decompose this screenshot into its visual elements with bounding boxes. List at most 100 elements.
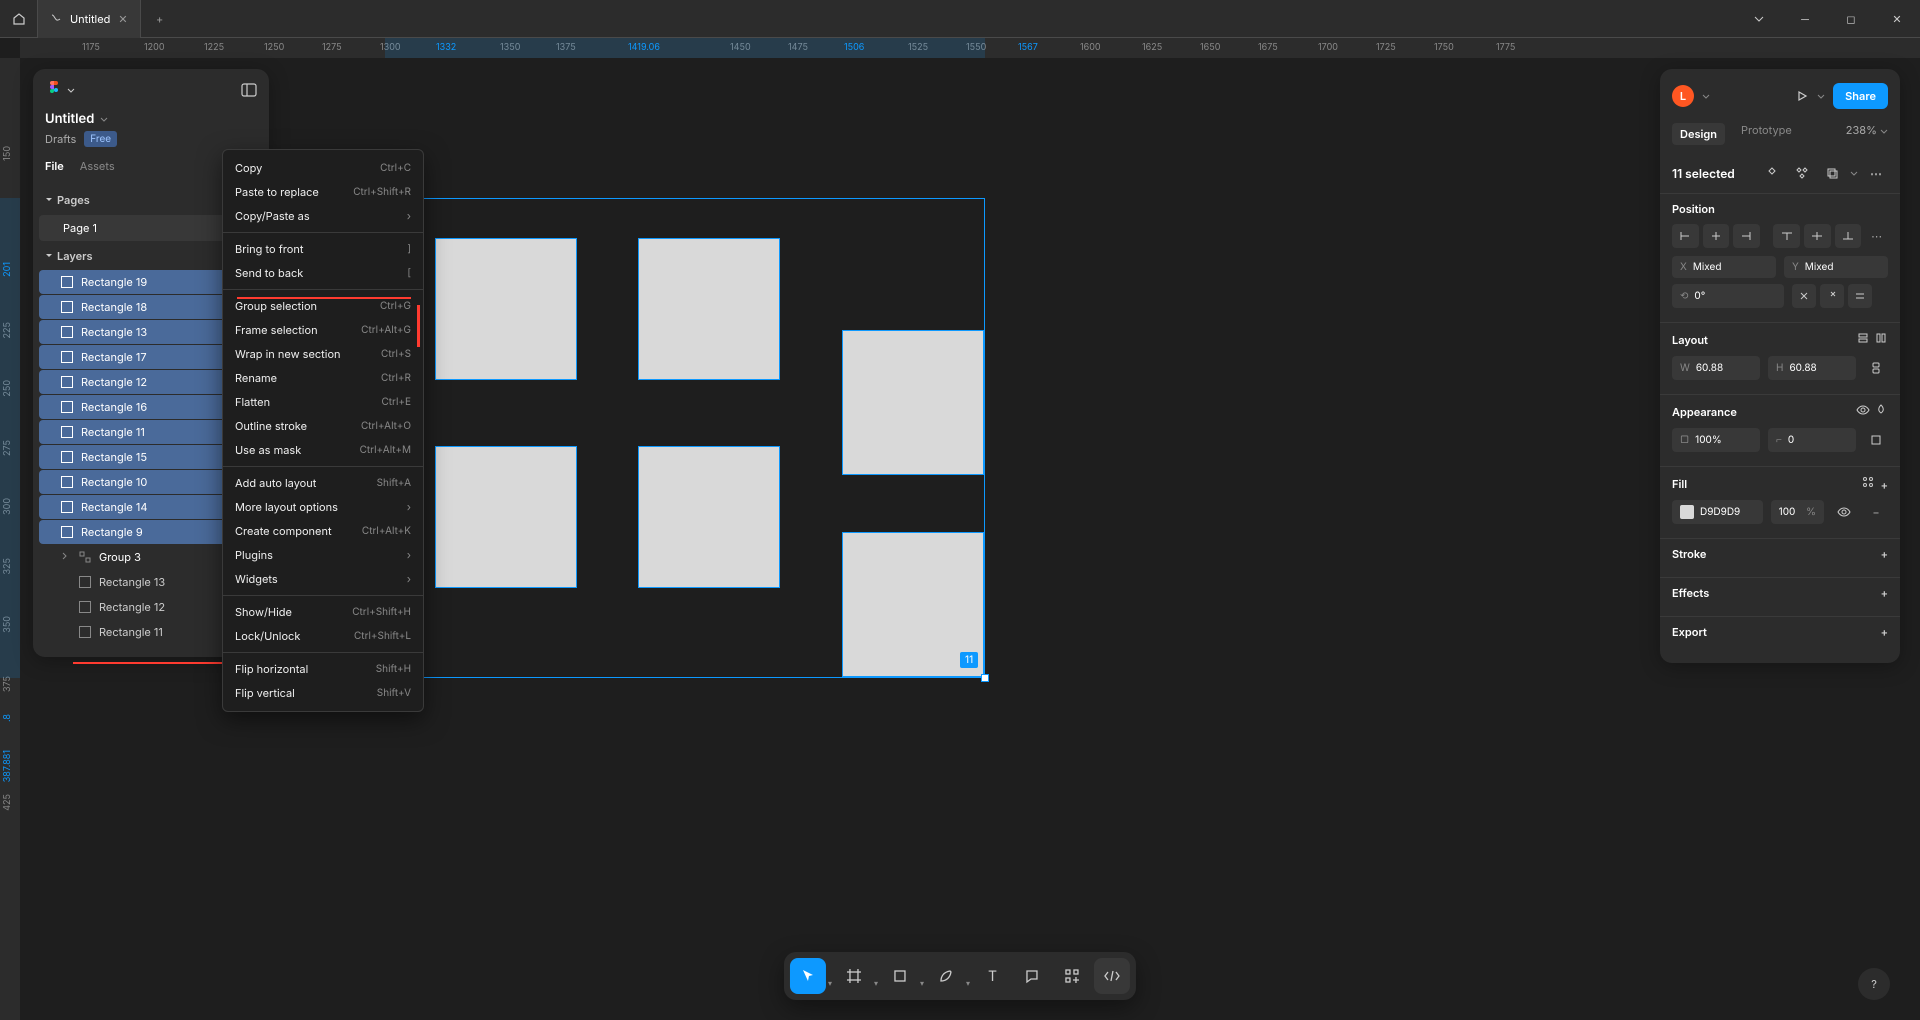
visibility-icon[interactable] (1856, 403, 1870, 417)
canvas-rectangle[interactable] (435, 446, 577, 588)
y-input[interactable]: YMixed (1784, 256, 1888, 278)
align-bottom-button[interactable] (1835, 224, 1862, 248)
fill-visibility-icon[interactable] (1832, 500, 1856, 524)
titlebar: Untitled ✕ + ─ ◻ ✕ (0, 0, 1920, 38)
fill-color-input[interactable]: D9D9D9 (1672, 500, 1763, 524)
share-button[interactable]: Share (1833, 83, 1888, 109)
menu-item[interactable]: RenameCtrl+R (223, 366, 423, 390)
menu-item[interactable]: Plugins› (223, 543, 423, 567)
menu-item[interactable]: Widgets› (223, 567, 423, 591)
align-top-button[interactable] (1773, 224, 1800, 248)
menu-item[interactable]: Send to back[ (223, 261, 423, 285)
move-tool[interactable] (790, 958, 826, 994)
selection-handle[interactable] (981, 674, 989, 682)
menu-item[interactable]: Wrap in new sectionCtrl+S (223, 342, 423, 366)
shape-tool[interactable] (882, 958, 918, 994)
frame-tool[interactable] (836, 958, 872, 994)
more-align-icon[interactable]: ⋯ (1865, 224, 1888, 248)
help-button[interactable]: ? (1858, 968, 1890, 1000)
radius-detail-icon[interactable] (1864, 428, 1888, 452)
panel-toggle-icon[interactable] (241, 83, 257, 97)
menu-item[interactable]: CopyCtrl+C (223, 156, 423, 180)
tab-title: Untitled (70, 12, 110, 26)
selection-count-badge: 11 (960, 652, 978, 668)
align-vcenter-button[interactable] (1804, 224, 1831, 248)
add-fill-icon[interactable]: + (1881, 478, 1888, 492)
close-button[interactable]: ✕ (1874, 0, 1920, 38)
menu-item[interactable]: Use as maskCtrl+Alt+M (223, 438, 423, 462)
chevron-down-icon[interactable]: ▾ (920, 978, 924, 988)
auto-layout-h-icon[interactable] (1874, 331, 1888, 345)
pen-tool[interactable] (928, 958, 964, 994)
ruler-selection-h (385, 38, 985, 58)
fill-label: Fill (1672, 477, 1687, 491)
align-left-button[interactable] (1672, 224, 1699, 248)
menu-item[interactable]: Paste to replaceCtrl+Shift+R (223, 180, 423, 204)
document-tab[interactable]: Untitled ✕ (38, 0, 141, 38)
chevron-down-icon[interactable]: ▾ (828, 978, 832, 988)
play-icon[interactable] (1795, 89, 1809, 103)
height-input[interactable]: H60.88 (1768, 356, 1856, 380)
tab-assets[interactable]: Assets (80, 159, 115, 179)
tab-design[interactable]: Design (1672, 123, 1725, 145)
menu-item[interactable]: Create componentCtrl+Alt+K (223, 519, 423, 543)
canvas-rectangle[interactable] (435, 238, 577, 380)
rotation-input[interactable]: ⟲0° (1672, 284, 1784, 308)
canvas-rectangle[interactable] (638, 238, 780, 380)
opacity-input[interactable]: ▢100% (1672, 428, 1760, 452)
menu-item[interactable]: FlattenCtrl+E (223, 390, 423, 414)
align-right-button[interactable] (1733, 224, 1760, 248)
radius-input[interactable]: ⌐0 (1768, 428, 1856, 452)
more-icon[interactable]: ⋯ (1864, 161, 1888, 185)
blend-icon[interactable] (1874, 403, 1888, 417)
minimize-button[interactable]: ─ (1782, 0, 1828, 38)
dev-mode-tool[interactable] (1094, 958, 1130, 994)
main-menu-button[interactable] (45, 81, 75, 99)
flip-h-icon[interactable] (1792, 284, 1816, 308)
menu-item[interactable]: Frame selectionCtrl+Alt+G (223, 318, 423, 342)
add-export-icon[interactable]: + (1881, 625, 1888, 639)
menu-item[interactable]: Copy/Paste as› (223, 204, 423, 228)
align-hcenter-button[interactable] (1703, 224, 1730, 248)
add-stroke-icon[interactable]: + (1881, 547, 1888, 561)
menu-item[interactable]: Flip horizontalShift+H (223, 657, 423, 681)
canvas-rectangle[interactable] (842, 330, 984, 475)
width-input[interactable]: W60.88 (1672, 356, 1760, 380)
menu-item[interactable]: Flip verticalShift+V (223, 681, 423, 705)
stroke-label: Stroke (1672, 547, 1706, 561)
remove-fill-icon[interactable]: − (1864, 500, 1888, 524)
menu-item[interactable]: Lock/UnlockCtrl+Shift+L (223, 624, 423, 648)
tab-prototype[interactable]: Prototype (1741, 123, 1792, 145)
constrain-icon[interactable] (1864, 356, 1888, 380)
maximize-button[interactable]: ◻ (1828, 0, 1874, 38)
canvas-rectangle[interactable] (638, 446, 780, 588)
fill-opacity-input[interactable]: 100% (1771, 500, 1824, 524)
style-icon[interactable] (1861, 475, 1875, 489)
x-input[interactable]: XMixed (1672, 256, 1776, 278)
menu-item[interactable]: Add auto layoutShift+A (223, 471, 423, 495)
tab-file[interactable]: File (45, 159, 64, 179)
text-tool[interactable]: T (974, 958, 1010, 994)
avatar[interactable]: L (1672, 85, 1694, 107)
add-effect-icon[interactable]: + (1881, 586, 1888, 600)
actions-tool[interactable] (1054, 958, 1090, 994)
zoom-level[interactable]: 238% (1846, 123, 1888, 145)
variant-icon[interactable] (1790, 161, 1814, 185)
drafts-label[interactable]: Drafts (45, 132, 76, 146)
duplicate-icon[interactable] (1820, 161, 1844, 185)
auto-layout-v-icon[interactable] (1856, 331, 1870, 345)
menu-item[interactable]: Show/HideCtrl+Shift+H (223, 600, 423, 624)
close-icon[interactable]: ✕ (118, 12, 127, 26)
flip-v-icon[interactable] (1820, 284, 1844, 308)
menu-item[interactable]: Bring to front] (223, 237, 423, 261)
tidy-icon[interactable] (1848, 284, 1872, 308)
chevron-down-icon[interactable]: ▾ (874, 978, 878, 988)
comment-tool[interactable] (1014, 958, 1050, 994)
window-chevron[interactable] (1736, 0, 1782, 38)
component-icon[interactable] (1760, 161, 1784, 185)
menu-item[interactable]: Outline strokeCtrl+Alt+O (223, 414, 423, 438)
menu-item[interactable]: More layout options› (223, 495, 423, 519)
chevron-down-icon[interactable]: ▾ (966, 978, 970, 988)
add-tab-button[interactable]: + (141, 12, 179, 26)
home-button[interactable] (0, 0, 38, 38)
